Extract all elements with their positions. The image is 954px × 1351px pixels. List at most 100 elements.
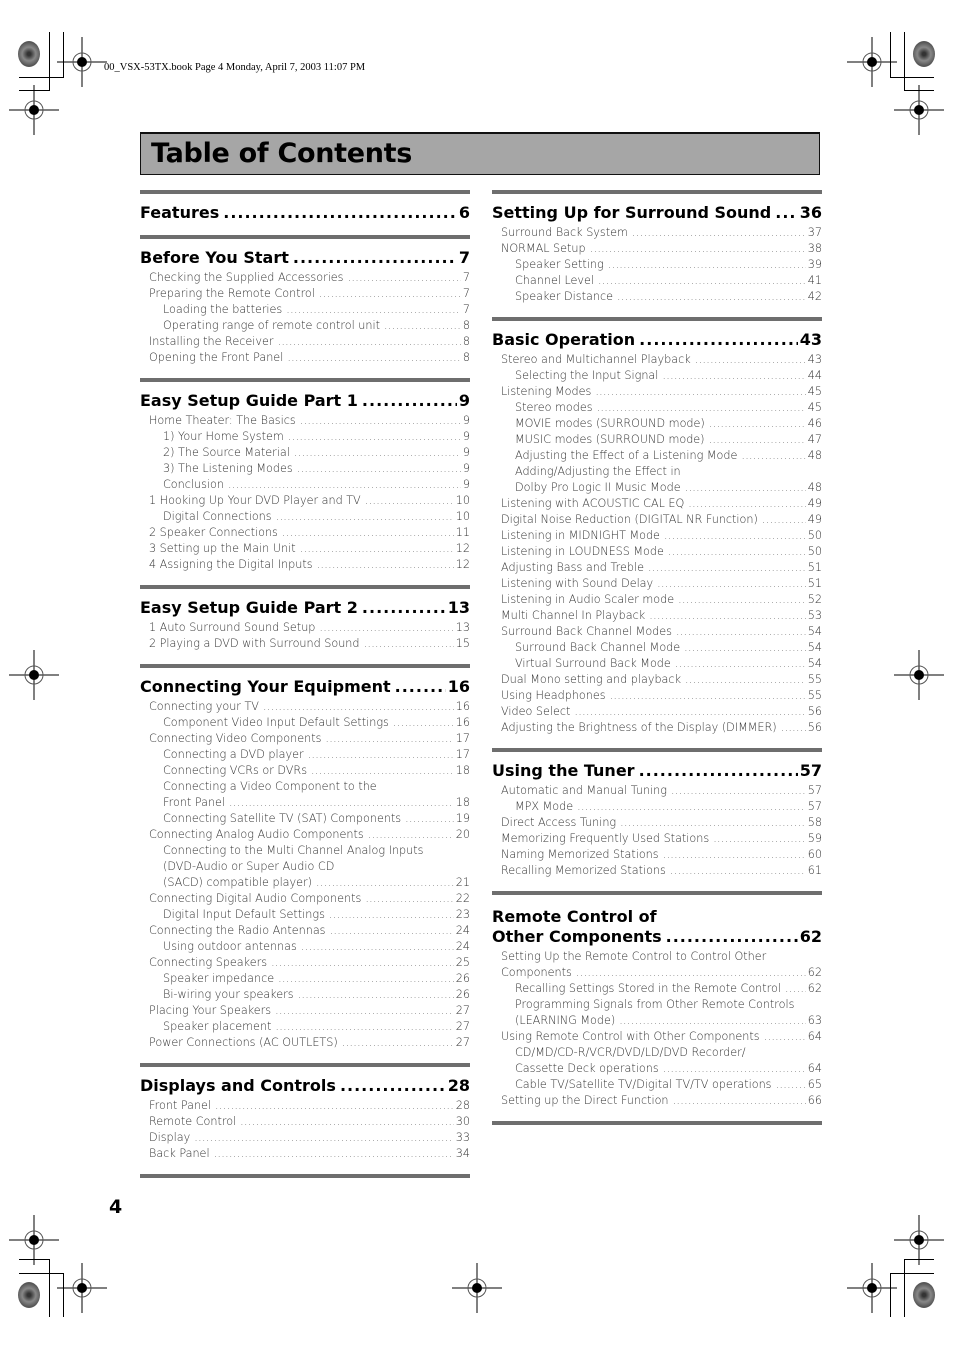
toc-entry[interactable]: Connecting the Radio Antennas 24 [140,923,470,939]
toc-entry[interactable]: Opening the Front Panel 8 [140,350,470,366]
toc-entry[interactable]: Loading the batteries 7 [140,302,470,318]
section-heading-link[interactable]: Easy Setup Guide Part 2 13 [140,598,470,618]
toc-entry[interactable]: Cable TV/Satellite TV/Digital TV/TV oper… [492,1077,822,1093]
toc-entry[interactable]: Digital Input Default Settings 23 [140,907,470,923]
toc-entry[interactable]: Connecting Video Components 17 [140,731,470,747]
toc-entry[interactable]: Connecting VCRs or DVRs 18 [140,763,470,779]
toc-entry[interactable]: Dolby Pro Logic II Music Mode 48 [492,480,822,496]
toc-entry[interactable]: MPX Mode 57 [492,799,822,815]
toc-entry[interactable]: Using Remote Control with Other Componen… [492,1029,822,1045]
toc-entry[interactable]: MUSIC modes (SURROUND mode) 47 [492,432,822,448]
toc-entry[interactable]: Speaker impedance 26 [140,971,470,987]
toc-entry[interactable]: Surround Back Channel Modes 54 [492,624,822,640]
toc-entry[interactable]: (LEARNING Mode) 63 [492,1013,822,1029]
section-heading-link[interactable]: Before You Start 7 [140,248,470,268]
toc-entry[interactable]: 2 Playing a DVD with Surround Sound 15 [140,636,470,652]
section-heading-link[interactable]: Connecting Your Equipment 16 [140,677,470,697]
toc-entry[interactable]: Connecting your TV 16 [140,699,470,715]
toc-entry[interactable]: 2 Speaker Connections 11 [140,525,470,541]
toc-entry[interactable]: Memorizing Frequently Used Stations 59 [492,831,822,847]
toc-entry[interactable]: Digital Connections 10 [140,509,470,525]
toc-entry[interactable]: Stereo and Multichannel Playback 43 [492,352,822,368]
toc-entry[interactable]: Multi Channel In Playback 53 [492,608,822,624]
toc-entry[interactable]: 3 Setting up the Main Unit 12 [140,541,470,557]
toc-entry[interactable]: 1) Your Home System 9 [140,429,470,445]
toc-entry[interactable]: Power Connections (AC OUTLETS) 27 [140,1035,470,1051]
section-heading-link[interactable]: Setting Up for Surround Sound 36 [492,203,822,223]
toc-entry[interactable]: Naming Memorized Stations 60 [492,847,822,863]
section-heading-link[interactable]: Using the Tuner 57 [492,761,822,781]
toc-entry[interactable]: Setting Up the Remote Control to Control… [492,949,822,965]
toc-entry[interactable]: Placing Your Speakers 27 [140,1003,470,1019]
toc-entry[interactable]: Front Panel 28 [140,1098,470,1114]
toc-entry[interactable]: Using Headphones 55 [492,688,822,704]
toc-entry[interactable]: Channel Level 41 [492,273,822,289]
toc-entry[interactable]: Automatic and Manual Tuning 57 [492,783,822,799]
toc-entry[interactable]: Recalling Memorized Stations 61 [492,863,822,879]
toc-entry[interactable]: Programming Signals from Other Remote Co… [492,997,822,1013]
toc-entry[interactable]: Listening in MIDNIGHT Mode 50 [492,528,822,544]
section-heading-link[interactable]: Features 6 [140,203,470,223]
toc-entry[interactable]: Adjusting Bass and Treble 51 [492,560,822,576]
toc-entry[interactable]: (DVD-Audio or Super Audio CD [140,859,470,875]
toc-entry[interactable]: Component Video Input Default Settings 16 [140,715,470,731]
toc-entry[interactable]: Using outdoor antennas 24 [140,939,470,955]
toc-entry[interactable]: Virtual Surround Back Mode 54 [492,656,822,672]
toc-entry[interactable]: Connecting Satellite TV (SAT) Components… [140,811,470,827]
toc-entry[interactable]: 1 Auto Surround Sound Setup 13 [140,620,470,636]
toc-entry[interactable]: Display 33 [140,1130,470,1146]
toc-entry[interactable]: Adjusting the Brightness of the Display … [492,720,822,736]
toc-entry[interactable]: Listening Modes 45 [492,384,822,400]
toc-entry[interactable]: Listening with Sound Delay 51 [492,576,822,592]
toc-entry[interactable]: Home Theater: The Basics 9 [140,413,470,429]
toc-entry[interactable]: Front Panel 18 [140,795,470,811]
toc-entry[interactable]: Dual Mono setting and playback 55 [492,672,822,688]
toc-entry[interactable]: Digital Noise Reduction (DIGITAL NR Func… [492,512,822,528]
toc-entry[interactable]: 2) The Source Material 9 [140,445,470,461]
section-heading-link[interactable]: Displays and Controls 28 [140,1076,470,1096]
toc-entry[interactable]: Adding/Adjusting the Effect in [492,464,822,480]
toc-entry[interactable]: Back Panel 34 [140,1146,470,1162]
toc-entry[interactable]: Listening in LOUDNESS Mode 50 [492,544,822,560]
toc-entry[interactable]: Selecting the Input Signal 44 [492,368,822,384]
toc-entry[interactable]: Components 62 [492,965,822,981]
toc-entry[interactable]: Adjusting the Effect of a Listening Mode… [492,448,822,464]
toc-entry[interactable]: Direct Access Tuning 58 [492,815,822,831]
toc-entry[interactable]: Speaker placement 27 [140,1019,470,1035]
toc-entry[interactable]: Preparing the Remote Control 7 [140,286,470,302]
toc-entry[interactable]: Connecting a DVD player 17 [140,747,470,763]
toc-entry[interactable]: 1 Hooking Up Your DVD Player and TV 10 [140,493,470,509]
toc-entry[interactable]: Installing the Receiver 8 [140,334,470,350]
toc-entry[interactable]: MOVIE modes (SURROUND mode) 46 [492,416,822,432]
toc-entry[interactable]: NORMAL Setup 38 [492,241,822,257]
toc-entry[interactable]: Surround Back System 37 [492,225,822,241]
dot-leader [574,704,805,720]
section-heading-link[interactable]: Basic Operation 43 [492,330,822,350]
toc-entry[interactable]: Checking the Supplied Accessories 7 [140,270,470,286]
toc-entry[interactable]: Speaker Distance 42 [492,289,822,305]
toc-entry[interactable]: Surround Back Channel Mode 54 [492,640,822,656]
toc-entry[interactable]: Connecting to the Multi Channel Analog I… [140,843,470,859]
toc-entry[interactable]: Video Select 56 [492,704,822,720]
section-heading-link[interactable]: Easy Setup Guide Part 1 9 [140,391,470,411]
toc-entry[interactable]: Connecting Speakers 25 [140,955,470,971]
toc-entry[interactable]: Cassette Deck operations 64 [492,1061,822,1077]
toc-entry[interactable]: 3) The Listening Modes 9 [140,461,470,477]
toc-entry[interactable]: CD/MD/CD-R/VCR/DVD/LD/DVD Recorder/ [492,1045,822,1061]
toc-entry[interactable]: Listening in Audio Scaler mode 52 [492,592,822,608]
toc-entry[interactable]: Remote Control 30 [140,1114,470,1130]
toc-entry[interactable]: Operating range of remote control unit 8 [140,318,470,334]
toc-entry[interactable]: Stereo modes 45 [492,400,822,416]
toc-entry[interactable]: Speaker Setting 39 [492,257,822,273]
section-heading-link[interactable]: Remote Control ofOther Components 62 [492,907,822,947]
toc-entry[interactable]: Bi-wiring your speakers 26 [140,987,470,1003]
toc-entry[interactable]: 4 Assigning the Digital Inputs 12 [140,557,470,573]
toc-entry[interactable]: Connecting Analog Audio Components 20 [140,827,470,843]
toc-entry[interactable]: Setting up the Direct Function 66 [492,1093,822,1109]
toc-entry[interactable]: Connecting Digital Audio Components 22 [140,891,470,907]
toc-entry[interactable]: Listening with ACOUSTIC CAL EQ 49 [492,496,822,512]
toc-entry[interactable]: Connecting a Video Component to the [140,779,470,795]
toc-entry[interactable]: Conclusion 9 [140,477,470,493]
toc-entry[interactable]: (SACD) compatible player) 21 [140,875,470,891]
toc-entry[interactable]: Recalling Settings Stored in the Remote … [492,981,822,997]
